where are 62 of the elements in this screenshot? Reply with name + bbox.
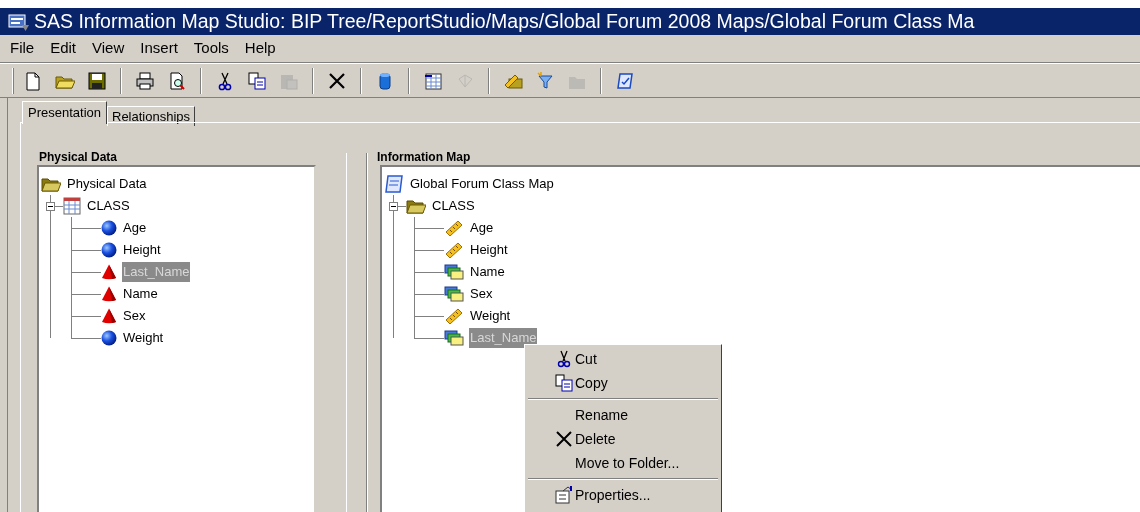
window-title: SAS Information Map Studio: BIP Tree/ReportStudio/Maps/Global Forum 2008 Maps/Global Forum Class Ma bbox=[34, 11, 975, 32]
tree-item[interactable]: Global Forum Class Map bbox=[409, 174, 555, 194]
copy-icon bbox=[555, 374, 573, 392]
printer-icon bbox=[135, 70, 155, 91]
tree-item[interactable]: Height bbox=[469, 240, 509, 260]
scroll-icon bbox=[615, 70, 635, 91]
tree-item[interactable]: Physical Data bbox=[66, 174, 148, 194]
ruler-icon bbox=[444, 220, 464, 236]
delete-icon bbox=[555, 430, 573, 448]
menu-item[interactable]: Copy bbox=[575, 372, 608, 394]
tree-item[interactable]: CLASS bbox=[86, 196, 131, 216]
filter-icon bbox=[535, 70, 555, 91]
preview-icon bbox=[167, 70, 187, 91]
tree-item[interactable]: Weight bbox=[122, 328, 165, 348]
tree-item[interactable]: Age bbox=[469, 218, 495, 238]
tree-item[interactable]: CLASS bbox=[431, 196, 476, 216]
table-icon bbox=[423, 70, 443, 91]
menu-item[interactable]: Rename bbox=[575, 404, 628, 426]
menu-item[interactable]: View bbox=[92, 37, 125, 60]
tree-item[interactable]: Sex bbox=[469, 284, 494, 304]
collapse-icon[interactable] bbox=[46, 201, 55, 211]
stacked-cards-icon bbox=[444, 330, 464, 346]
ruler-icon bbox=[444, 242, 464, 258]
table-icon bbox=[63, 197, 81, 215]
stacked-cards-icon bbox=[444, 286, 464, 302]
ruler-icon bbox=[444, 308, 464, 324]
copy-icon bbox=[247, 70, 267, 91]
properties-icon bbox=[555, 486, 573, 504]
menu-item[interactable]: Insert bbox=[140, 37, 178, 60]
tree-item[interactable]: Age bbox=[122, 218, 148, 238]
tree-item[interactable]: Name bbox=[469, 262, 506, 282]
page-icon bbox=[23, 70, 43, 91]
scroll-icon bbox=[384, 175, 404, 193]
tree-item[interactable]: Height bbox=[122, 240, 162, 260]
stacked-cards-icon bbox=[444, 264, 464, 280]
cone-icon bbox=[101, 286, 117, 302]
menu-item[interactable]: Help bbox=[244, 37, 276, 60]
sphere-icon bbox=[101, 330, 117, 346]
sphere-icon bbox=[101, 242, 117, 258]
folder-icon bbox=[41, 175, 61, 193]
menu-item[interactable]: Delete bbox=[575, 428, 616, 450]
delete-icon bbox=[327, 70, 347, 91]
menu-item[interactable]: Tools bbox=[193, 37, 229, 60]
folder-icon bbox=[406, 197, 426, 215]
collapse-icon[interactable] bbox=[389, 201, 398, 211]
tree-item[interactable]: Weight bbox=[469, 306, 512, 326]
panel-title: Physical Data bbox=[39, 149, 118, 166]
menu-item[interactable]: Cut bbox=[575, 348, 597, 370]
cone-icon bbox=[101, 264, 117, 280]
menu-item[interactable]: Properties... bbox=[575, 484, 651, 506]
tab[interactable]: Presentation bbox=[22, 101, 107, 124]
menu-item[interactable]: Move to Folder... bbox=[575, 452, 680, 474]
menu-item[interactable]: Edit bbox=[50, 37, 77, 60]
menu-item[interactable]: File bbox=[10, 37, 35, 60]
tab[interactable]: Relationships bbox=[107, 106, 196, 126]
scissors-icon bbox=[555, 350, 573, 368]
tree-item[interactable]: Name bbox=[122, 284, 159, 304]
panel-title: Information Map bbox=[377, 149, 471, 166]
app-icon bbox=[8, 11, 30, 32]
cone-icon bbox=[101, 308, 117, 324]
sphere-icon bbox=[101, 220, 117, 236]
tree-item[interactable]: Sex bbox=[122, 306, 147, 326]
